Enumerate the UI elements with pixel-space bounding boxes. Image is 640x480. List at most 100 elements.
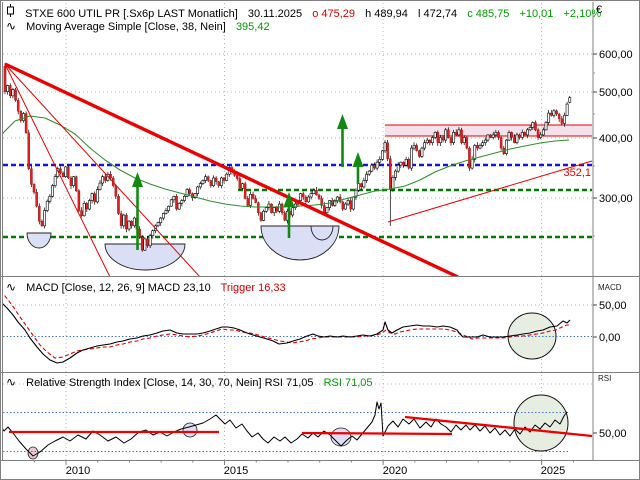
candle-down	[236, 175, 238, 178]
candle-up	[352, 197, 354, 209]
candle-down	[418, 151, 420, 157]
price-axis-label: 500,00	[599, 87, 633, 99]
candle-down	[389, 159, 391, 190]
wave-icon: ∿	[6, 19, 16, 33]
candle-down	[175, 196, 177, 209]
chart-canvas[interactable]: 352,1600,00500,00400,00300,00MACD50,000,…	[0, 0, 640, 480]
candle-up	[484, 140, 486, 143]
ma-value: 395,42	[236, 21, 270, 33]
candle-down	[302, 194, 304, 197]
candle-up	[102, 177, 104, 183]
candle-down	[537, 130, 539, 138]
macd-axis-title: MACD	[598, 283, 622, 292]
candle-up	[347, 201, 349, 205]
macd-label: MACD [Close, 12, 26, 9] MACD 23,10	[26, 282, 211, 294]
candle-up	[474, 145, 476, 159]
quote-close: c 485,75	[467, 8, 509, 20]
currency-label: €	[596, 4, 609, 16]
candle-up	[336, 197, 338, 200]
candle-down	[17, 100, 19, 111]
candle-up	[482, 143, 484, 146]
candle-down	[80, 211, 82, 216]
candle-down	[387, 143, 389, 159]
candle-up	[371, 165, 373, 171]
candle-down	[315, 190, 317, 195]
candle-down	[497, 132, 499, 137]
candle-up	[263, 211, 265, 220]
candle-up	[545, 123, 547, 130]
quote-high: h 489,94	[365, 8, 408, 20]
candle-up	[540, 135, 542, 138]
candle-up	[265, 208, 267, 212]
candle-up	[384, 143, 386, 151]
candle-down	[489, 135, 491, 138]
candle-up	[278, 204, 280, 211]
candle-up	[204, 177, 206, 181]
candle-down	[511, 132, 513, 137]
candle-down	[555, 111, 557, 114]
candle-up	[569, 98, 571, 103]
candle-up	[368, 171, 370, 174]
candle-down	[62, 173, 64, 177]
macd-trigger-label: Trigger 16,33	[221, 282, 286, 294]
candle-down	[476, 145, 478, 148]
candle-up	[220, 178, 222, 186]
rsi-header: ∿ Relative Strength Index [Close, 14, 30…	[6, 375, 380, 389]
candle-up	[376, 162, 378, 168]
candle-up	[505, 140, 507, 154]
candle-up	[313, 190, 315, 193]
candle-up	[96, 190, 98, 202]
candle-down	[437, 132, 439, 142]
year-axis-label: 2010	[66, 465, 90, 477]
year-axis-label: 2025	[541, 465, 565, 477]
candle-up	[548, 113, 550, 122]
candle-down	[223, 178, 225, 181]
candle-up	[54, 177, 56, 186]
candle-up	[495, 132, 497, 135]
year-axis-label: 2020	[383, 465, 407, 477]
price-axis-label: 300,00	[599, 193, 633, 205]
chart-window: 352,1600,00500,00400,00300,00MACD50,000,…	[0, 0, 640, 480]
candle-down	[78, 191, 80, 211]
candle-up	[479, 145, 481, 148]
candle-down	[429, 140, 431, 143]
candle-down	[519, 135, 521, 138]
candle-up	[212, 178, 214, 186]
candle-up	[51, 186, 53, 197]
candle-down	[33, 184, 35, 192]
candle-up	[65, 167, 67, 177]
candle-down	[25, 114, 27, 133]
candle-down	[260, 213, 262, 221]
candle-up	[123, 215, 125, 226]
candle-down	[561, 119, 563, 124]
candle-up	[410, 148, 412, 168]
candle-down	[252, 194, 254, 198]
candle-down	[447, 130, 449, 138]
candle-down	[104, 177, 106, 181]
candle-down	[455, 132, 457, 135]
candle-down	[117, 196, 119, 213]
candle-down	[323, 205, 325, 212]
candle-up	[521, 132, 523, 137]
candle-down	[500, 137, 502, 148]
quote-open: o 475,29	[312, 8, 355, 20]
candle-down	[59, 169, 61, 173]
candle-down	[218, 182, 220, 186]
candle-up	[273, 208, 275, 213]
candle-down	[373, 165, 375, 168]
candle-up	[226, 174, 228, 180]
candle-up	[542, 130, 544, 135]
candle-down	[257, 203, 259, 213]
resistance-band	[385, 125, 592, 136]
candle-up	[508, 132, 510, 140]
candle-up	[532, 123, 534, 128]
candle-down	[513, 137, 515, 142]
candle-up	[439, 137, 441, 142]
candle-down	[339, 197, 341, 202]
candle-down	[4, 66, 6, 91]
candle-down	[244, 184, 246, 199]
candle-up	[400, 162, 402, 165]
candle-up	[307, 197, 309, 202]
candle-up	[128, 221, 130, 229]
candle-up	[328, 201, 330, 208]
